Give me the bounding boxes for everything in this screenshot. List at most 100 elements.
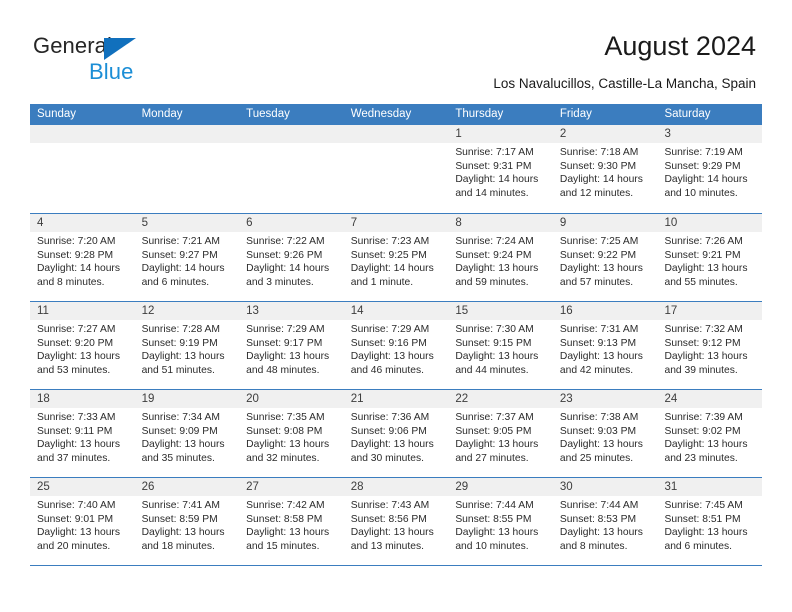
- day-details: Sunrise: 7:22 AM Sunset: 9:26 PM Dayligh…: [239, 232, 344, 289]
- day-cell[interactable]: 13 Sunrise: 7:29 AM Sunset: 9:17 PM Dayl…: [239, 302, 344, 389]
- daylight-text-line2: and 30 minutes.: [350, 452, 425, 464]
- day-cell[interactable]: 11 Sunrise: 7:27 AM Sunset: 9:20 PM Dayl…: [30, 302, 135, 389]
- day-cell[interactable]: 10 Sunrise: 7:26 AM Sunset: 9:21 PM Dayl…: [657, 214, 763, 301]
- day-cell[interactable]: 20 Sunrise: 7:35 AM Sunset: 9:08 PM Dayl…: [239, 390, 344, 477]
- weekday-header-wednesday: Wednesday: [350, 108, 412, 120]
- day-cell[interactable]: 25 Sunrise: 7:40 AM Sunset: 9:01 PM Dayl…: [30, 478, 135, 565]
- day-details: Sunrise: 7:44 AM Sunset: 8:55 PM Dayligh…: [448, 496, 553, 553]
- weekday-header-thursday: Thursday: [455, 108, 504, 120]
- day-cell[interactable]: 14 Sunrise: 7:29 AM Sunset: 9:16 PM Dayl…: [343, 302, 449, 389]
- sunrise-text: Sunrise: 7:29 AM: [246, 324, 325, 335]
- day-cell[interactable]: 31 Sunrise: 7:45 AM Sunset: 8:51 PM Dayl…: [657, 478, 763, 565]
- day-cell[interactable]: 30 Sunrise: 7:44 AM Sunset: 8:53 PM Dayl…: [552, 478, 658, 565]
- daylight-text-line2: and 10 minutes.: [455, 540, 529, 552]
- day-number: 30: [552, 478, 658, 496]
- daylight-text-line2: and 12 minutes.: [559, 187, 634, 199]
- sunset-text: Sunset: 8:53 PM: [559, 513, 637, 525]
- day-cell[interactable]: 4 Sunrise: 7:20 AM Sunset: 9:28 PM Dayli…: [30, 214, 135, 301]
- day-number: 25: [30, 478, 135, 496]
- daylight-text-line1: Daylight: 13 hours: [559, 439, 643, 451]
- day-cell[interactable]: 2 Sunrise: 7:18 AM Sunset: 9:30 PM Dayli…: [552, 125, 658, 213]
- day-details: [30, 143, 135, 146]
- day-cell[interactable]: [343, 125, 449, 213]
- day-details: Sunrise: 7:28 AM Sunset: 9:19 PM Dayligh…: [135, 320, 240, 377]
- day-cell[interactable]: 26 Sunrise: 7:41 AM Sunset: 8:59 PM Dayl…: [134, 478, 240, 565]
- day-cell[interactable]: 29 Sunrise: 7:44 AM Sunset: 8:55 PM Dayl…: [448, 478, 553, 565]
- sunset-text: Sunset: 9:12 PM: [664, 337, 741, 349]
- sunrise-text: Sunrise: 7:21 AM: [141, 236, 220, 247]
- day-details: Sunrise: 7:32 AM Sunset: 9:12 PM Dayligh…: [657, 320, 762, 377]
- day-number: 27: [239, 478, 344, 496]
- day-details: Sunrise: 7:20 AM Sunset: 9:28 PM Dayligh…: [30, 232, 135, 289]
- day-cell[interactable]: 5 Sunrise: 7:21 AM Sunset: 9:27 PM Dayli…: [134, 214, 240, 301]
- day-details: Sunrise: 7:36 AM Sunset: 9:06 PM Dayligh…: [344, 408, 449, 465]
- day-cell[interactable]: 16 Sunrise: 7:31 AM Sunset: 9:13 PM Dayl…: [552, 302, 658, 389]
- day-number: 23: [552, 390, 658, 408]
- day-cell[interactable]: 24 Sunrise: 7:39 AM Sunset: 9:02 PM Dayl…: [657, 390, 763, 477]
- calendar-week-row: 25 Sunrise: 7:40 AM Sunset: 9:01 PM Dayl…: [30, 477, 763, 566]
- day-details: [135, 143, 240, 146]
- daylight-text-line2: and 46 minutes.: [350, 364, 425, 376]
- day-cell[interactable]: [30, 125, 135, 213]
- daylight-text-line2: and 57 minutes.: [559, 276, 634, 288]
- day-number: 2: [552, 125, 658, 143]
- day-cell[interactable]: 1 Sunrise: 7:17 AM Sunset: 9:31 PM Dayli…: [448, 125, 553, 213]
- daylight-text-line2: and 48 minutes.: [246, 364, 320, 376]
- day-details: Sunrise: 7:39 AM Sunset: 9:02 PM Dayligh…: [657, 408, 762, 465]
- day-cell[interactable]: 23 Sunrise: 7:38 AM Sunset: 9:03 PM Dayl…: [552, 390, 658, 477]
- day-cell[interactable]: 15 Sunrise: 7:30 AM Sunset: 9:15 PM Dayl…: [448, 302, 553, 389]
- daylight-text-line2: and 23 minutes.: [664, 452, 738, 464]
- day-number: 19: [134, 390, 240, 408]
- day-cell[interactable]: 21 Sunrise: 7:36 AM Sunset: 9:06 PM Dayl…: [343, 390, 449, 477]
- day-cell[interactable]: [134, 125, 240, 213]
- day-cell[interactable]: 8 Sunrise: 7:24 AM Sunset: 9:24 PM Dayli…: [448, 214, 553, 301]
- day-number: 29: [448, 478, 553, 496]
- general-blue-logo[interactable]: General Blue: [33, 33, 253, 85]
- day-cell[interactable]: 19 Sunrise: 7:34 AM Sunset: 9:09 PM Dayl…: [134, 390, 240, 477]
- sunrise-text: Sunrise: 7:43 AM: [350, 500, 430, 511]
- day-cell[interactable]: 6 Sunrise: 7:22 AM Sunset: 9:26 PM Dayli…: [239, 214, 344, 301]
- day-details: Sunrise: 7:33 AM Sunset: 9:11 PM Dayligh…: [30, 408, 135, 465]
- day-number: 14: [343, 302, 449, 320]
- day-number: 15: [448, 302, 553, 320]
- day-cell[interactable]: 7 Sunrise: 7:23 AM Sunset: 9:25 PM Dayli…: [343, 214, 449, 301]
- daylight-text-line2: and 59 minutes.: [455, 276, 529, 288]
- sunset-text: Sunset: 9:27 PM: [141, 249, 218, 261]
- sunset-text: Sunset: 9:16 PM: [350, 337, 427, 349]
- sunset-text: Sunset: 9:22 PM: [559, 249, 637, 261]
- day-cell[interactable]: 9 Sunrise: 7:25 AM Sunset: 9:22 PM Dayli…: [552, 214, 658, 301]
- daylight-text-line2: and 1 minute.: [350, 276, 414, 288]
- day-number: 21: [343, 390, 449, 408]
- sunrise-text: Sunrise: 7:36 AM: [350, 412, 430, 423]
- day-cell[interactable]: 18 Sunrise: 7:33 AM Sunset: 9:11 PM Dayl…: [30, 390, 135, 477]
- sunrise-text: Sunrise: 7:34 AM: [141, 412, 220, 423]
- daylight-text-line1: Daylight: 13 hours: [559, 351, 643, 363]
- daylight-text-line1: Daylight: 13 hours: [246, 527, 330, 539]
- day-number: 6: [239, 214, 344, 232]
- page-title: August 2024: [604, 31, 756, 61]
- sunrise-text: Sunrise: 7:24 AM: [455, 236, 534, 247]
- day-details: Sunrise: 7:34 AM Sunset: 9:09 PM Dayligh…: [135, 408, 240, 465]
- sunset-text: Sunset: 9:24 PM: [455, 249, 532, 261]
- sunset-text: Sunset: 9:21 PM: [664, 249, 741, 261]
- day-cell[interactable]: 27 Sunrise: 7:42 AM Sunset: 8:58 PM Dayl…: [239, 478, 344, 565]
- day-cell[interactable]: 28 Sunrise: 7:43 AM Sunset: 8:56 PM Dayl…: [343, 478, 449, 565]
- daylight-text-line1: Daylight: 14 hours: [559, 174, 643, 186]
- daylight-text-line1: Daylight: 13 hours: [350, 439, 434, 451]
- day-cell[interactable]: 22 Sunrise: 7:37 AM Sunset: 9:05 PM Dayl…: [448, 390, 553, 477]
- day-cell[interactable]: [239, 125, 344, 213]
- daylight-text-line2: and 27 minutes.: [455, 452, 529, 464]
- sunrise-text: Sunrise: 7:40 AM: [37, 500, 116, 511]
- daylight-text-line2: and 8 minutes.: [559, 540, 628, 552]
- daylight-text-line1: Daylight: 14 hours: [664, 174, 748, 186]
- sunset-text: Sunset: 9:06 PM: [350, 425, 427, 437]
- daylight-text-line2: and 3 minutes.: [246, 276, 314, 288]
- weekday-header-saturday: Saturday: [664, 108, 711, 120]
- sunrise-text: Sunrise: 7:17 AM: [455, 147, 534, 158]
- day-cell[interactable]: 3 Sunrise: 7:19 AM Sunset: 9:29 PM Dayli…: [657, 125, 763, 213]
- daylight-text-line2: and 18 minutes.: [141, 540, 215, 552]
- day-cell[interactable]: 17 Sunrise: 7:32 AM Sunset: 9:12 PM Dayl…: [657, 302, 763, 389]
- day-details: Sunrise: 7:43 AM Sunset: 8:56 PM Dayligh…: [344, 496, 449, 553]
- daylight-text-line2: and 6 minutes.: [141, 276, 210, 288]
- day-cell[interactable]: 12 Sunrise: 7:28 AM Sunset: 9:19 PM Dayl…: [134, 302, 240, 389]
